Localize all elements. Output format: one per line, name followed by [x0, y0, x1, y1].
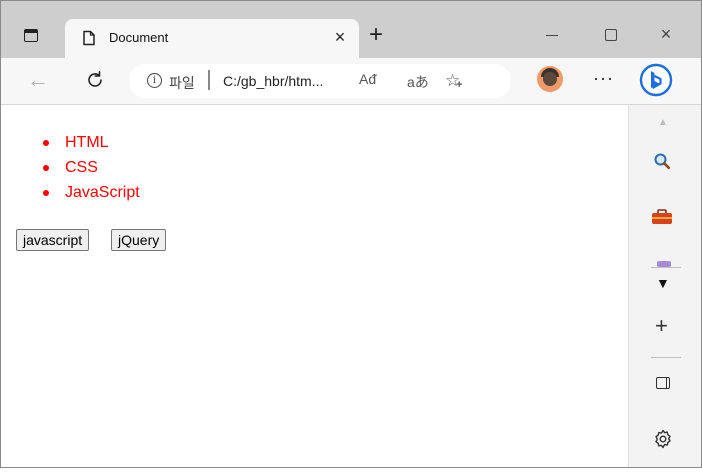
list-item: CSS [43, 155, 140, 180]
more-menu-icon[interactable]: ··· [593, 68, 614, 88]
back-button[interactable]: ← [27, 69, 49, 91]
javascript-button[interactable]: javascript [16, 229, 90, 251]
new-tab-button[interactable]: + [369, 23, 383, 47]
list-item: HTML [43, 130, 140, 155]
tab-title: Document [109, 30, 169, 45]
bing-icon[interactable] [639, 63, 673, 97]
sidebar: ▲ ▼ + [628, 105, 701, 467]
refresh-icon[interactable] [85, 70, 105, 90]
chevron-down-icon[interactable]: ▼ [656, 275, 670, 291]
tab-document[interactable]: Document × [65, 19, 359, 58]
address-divider [208, 70, 210, 90]
sidebar-divider [651, 357, 681, 358]
info-icon[interactable]: i [147, 73, 162, 88]
page-icon [83, 30, 95, 46]
tab-actions-icon[interactable] [24, 29, 38, 42]
browser-toolbar: ← i 파일 C:/gb_hbr/htm... Aᵭ aあ ☆ + ··· [1, 58, 701, 105]
list-item: JavaScript [43, 180, 140, 205]
browser-window: Document × + × ← i 파일 C:/gb_hbr/htm... A… [0, 0, 702, 468]
profile-avatar[interactable] [537, 66, 563, 92]
split-panel-icon[interactable] [656, 377, 670, 389]
address-bar[interactable]: i 파일 C:/gb_hbr/htm... Aᵭ aあ ☆ + [129, 64, 511, 98]
minimize-button[interactable] [542, 27, 562, 41]
page-content: HTML CSS JavaScript javascript jQuery [1, 105, 628, 467]
plus-icon[interactable]: + [655, 315, 668, 337]
tab-strip: Document × + × [1, 1, 701, 58]
maximize-button[interactable] [601, 27, 621, 41]
jquery-button[interactable]: jQuery [111, 229, 167, 251]
site-label: 파일 [169, 75, 195, 91]
search-icon[interactable] [653, 152, 671, 170]
add-favorite-icon[interactable]: ☆ + [445, 71, 462, 91]
sidebar-divider [651, 267, 681, 268]
toolbox-icon[interactable] [651, 209, 673, 225]
read-aloud-icon[interactable]: Aᵭ [359, 71, 376, 87]
scroll-up-icon[interactable]: ▲ [658, 117, 668, 128]
translate-icon[interactable]: aあ [407, 72, 429, 92]
window-close-button[interactable]: × [656, 25, 676, 43]
language-list: HTML CSS JavaScript [43, 130, 140, 205]
url-text[interactable]: C:/gb_hbr/htm... [223, 73, 323, 89]
tab-close-icon[interactable]: × [330, 27, 350, 47]
gear-icon[interactable] [653, 429, 673, 449]
